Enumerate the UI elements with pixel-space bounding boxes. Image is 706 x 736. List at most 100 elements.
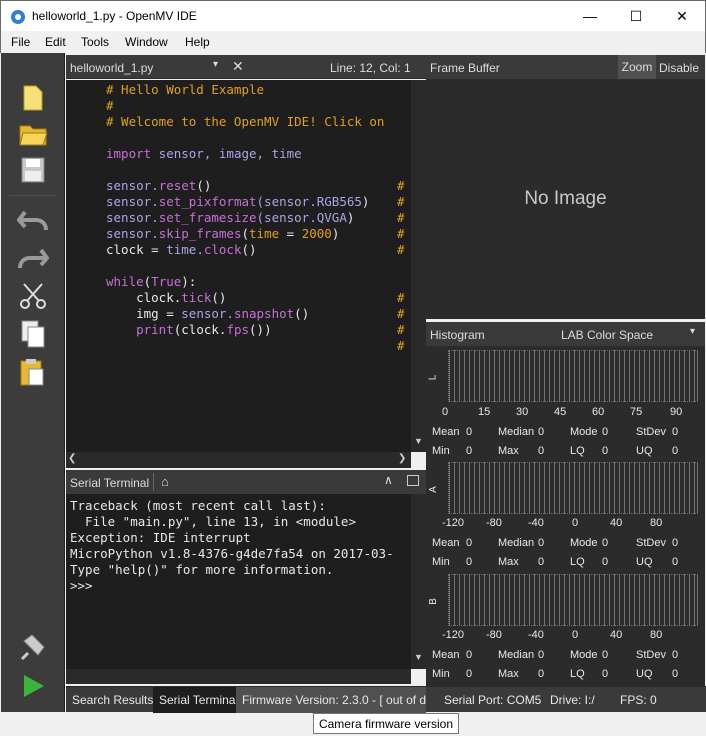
editor-horizontal-scrollbar[interactable]: ❮ ❯ bbox=[66, 452, 411, 468]
code-editor[interactable]: # Hello World Example # # Welcome to the… bbox=[66, 80, 411, 452]
stat-value: 0 bbox=[466, 537, 473, 549]
open-file-button[interactable] bbox=[15, 117, 51, 151]
redo-button[interactable] bbox=[15, 241, 51, 275]
stat-value: 0 bbox=[466, 426, 473, 438]
fps-label: FPS: 0 bbox=[620, 693, 657, 707]
scroll-right-icon[interactable]: ❯ bbox=[398, 453, 406, 464]
code-line: # Welcome to the OpenMV IDE! Click on bbox=[106, 114, 385, 129]
run-button[interactable] bbox=[15, 669, 51, 703]
firmware-version-button[interactable]: Firmware Version: 2.3.0 - [ out of d... bbox=[236, 687, 426, 713]
stat-label: Mean bbox=[432, 537, 460, 549]
axis-tick: 15 bbox=[478, 406, 491, 418]
stat-value: 0 bbox=[602, 668, 609, 680]
axis-tick: -80 bbox=[486, 517, 502, 529]
code-comment: # bbox=[397, 306, 405, 321]
histogram-plot-b bbox=[448, 574, 698, 626]
paste-button[interactable] bbox=[15, 355, 51, 389]
menu-window[interactable]: Window bbox=[125, 35, 168, 49]
frame-buffer-view: No Image bbox=[426, 79, 705, 319]
stat-value: 0 bbox=[672, 649, 679, 661]
stat-value: 0 bbox=[602, 537, 609, 549]
menu-bar: File Edit Tools Window Help bbox=[0, 31, 706, 53]
maximize-panel-icon[interactable] bbox=[407, 475, 419, 486]
stat-label: Max bbox=[498, 668, 519, 680]
search-results-tab[interactable]: Search Results bbox=[66, 687, 159, 713]
stat-label: UQ bbox=[636, 556, 653, 568]
stat-label: Max bbox=[498, 556, 519, 568]
save-button[interactable] bbox=[15, 153, 51, 187]
scroll-down-icon[interactable]: ▼ bbox=[414, 652, 423, 662]
tab-dropdown-icon[interactable]: ▾ bbox=[213, 59, 218, 70]
disable-button[interactable]: Disable bbox=[659, 61, 699, 75]
stat-label: StDev bbox=[636, 426, 666, 438]
axis-tick: 80 bbox=[650, 629, 663, 641]
window-title: helloworld_1.py - OpenMV IDE bbox=[32, 9, 197, 23]
copy-button[interactable] bbox=[15, 317, 51, 351]
stat-label: Min bbox=[432, 445, 450, 457]
close-tab-icon[interactable]: ✕ bbox=[232, 58, 244, 75]
terminal-vertical-scrollbar[interactable]: ▼ bbox=[411, 494, 426, 669]
serial-terminal-output[interactable]: Traceback (most recent call last): File … bbox=[66, 494, 411, 669]
stat-value: 0 bbox=[466, 556, 473, 568]
stat-value: 0 bbox=[672, 668, 679, 680]
stat-label: Min bbox=[432, 556, 450, 568]
clear-terminal-icon[interactable]: ⌂ bbox=[161, 474, 169, 489]
stat-value: 0 bbox=[538, 668, 545, 680]
terminal-line: MicroPython v1.8-4376-g4de7fa54 on 2017-… bbox=[70, 546, 394, 561]
menu-tools[interactable]: Tools bbox=[81, 35, 109, 49]
chevron-down-icon[interactable]: ▾ bbox=[690, 326, 695, 337]
scissors-icon bbox=[20, 283, 46, 309]
scroll-left-icon[interactable]: ❮ bbox=[68, 453, 76, 464]
undo-button[interactable] bbox=[15, 203, 51, 237]
maximize-icon: ☐ bbox=[629, 7, 643, 24]
histogram-title: Histogram bbox=[430, 328, 485, 342]
minimize-button[interactable]: — bbox=[567, 1, 613, 31]
stat-label: Mean bbox=[432, 649, 460, 661]
code-line: # Hello World Example bbox=[106, 82, 265, 97]
histogram-plot-a bbox=[448, 462, 698, 514]
axis-tick: 0 bbox=[442, 406, 449, 418]
stat-label: UQ bbox=[636, 445, 653, 457]
zoom-button[interactable]: Zoom bbox=[618, 55, 656, 79]
terminal-horizontal-scrollbar[interactable] bbox=[66, 669, 411, 684]
histogram-plot-l bbox=[448, 350, 698, 402]
serial-terminal-tab[interactable]: Serial Terminal bbox=[153, 687, 245, 713]
cut-button[interactable] bbox=[15, 279, 51, 313]
stat-value: 0 bbox=[538, 556, 545, 568]
left-toolbar bbox=[1, 53, 65, 712]
editor-file-tab[interactable]: helloworld_1.py bbox=[70, 61, 153, 75]
axis-tick: 30 bbox=[516, 406, 529, 418]
stat-label: Mode bbox=[570, 537, 598, 549]
stat-label: LQ bbox=[570, 556, 585, 568]
menu-edit[interactable]: Edit bbox=[45, 35, 66, 49]
close-button[interactable]: ✕ bbox=[659, 1, 705, 31]
axis-tick: 90 bbox=[670, 406, 683, 418]
drive-label[interactable]: Drive: I:/ bbox=[544, 687, 601, 713]
menu-help[interactable]: Help bbox=[185, 35, 210, 49]
terminal-line: Type "help()" for more information. bbox=[70, 562, 334, 577]
axis-tick: -80 bbox=[486, 629, 502, 641]
stat-value: 0 bbox=[602, 649, 609, 661]
redo-icon bbox=[18, 248, 49, 269]
serial-port-label[interactable]: Serial Port: COM5 bbox=[438, 687, 547, 713]
color-space-select[interactable]: LAB Color Space bbox=[561, 328, 653, 342]
scroll-down-icon[interactable]: ▼ bbox=[414, 436, 423, 446]
editor-vertical-scrollbar[interactable]: ▼ bbox=[411, 80, 426, 452]
maximize-button[interactable]: ☐ bbox=[613, 1, 659, 31]
menu-file[interactable]: File bbox=[11, 35, 30, 49]
axis-tick: -120 bbox=[442, 517, 465, 529]
stat-value: 0 bbox=[538, 445, 545, 457]
new-file-button[interactable] bbox=[15, 81, 51, 115]
collapse-up-icon[interactable]: ∧ bbox=[384, 473, 393, 487]
stat-value: 0 bbox=[602, 426, 609, 438]
undo-icon bbox=[17, 210, 48, 231]
stat-label: LQ bbox=[570, 668, 585, 680]
stat-value: 0 bbox=[466, 649, 473, 661]
connect-button[interactable] bbox=[15, 631, 51, 665]
histogram-panel: L 0 15 30 45 60 75 90 Mean 0 Median 0 Mode… bbox=[426, 346, 705, 686]
serial-terminal-header: Serial Terminal ⌂ ∧ bbox=[66, 470, 426, 494]
header-divider bbox=[153, 473, 154, 491]
channel-label: B bbox=[427, 598, 439, 605]
stat-label: StDev bbox=[636, 537, 666, 549]
stat-label: UQ bbox=[636, 668, 653, 680]
